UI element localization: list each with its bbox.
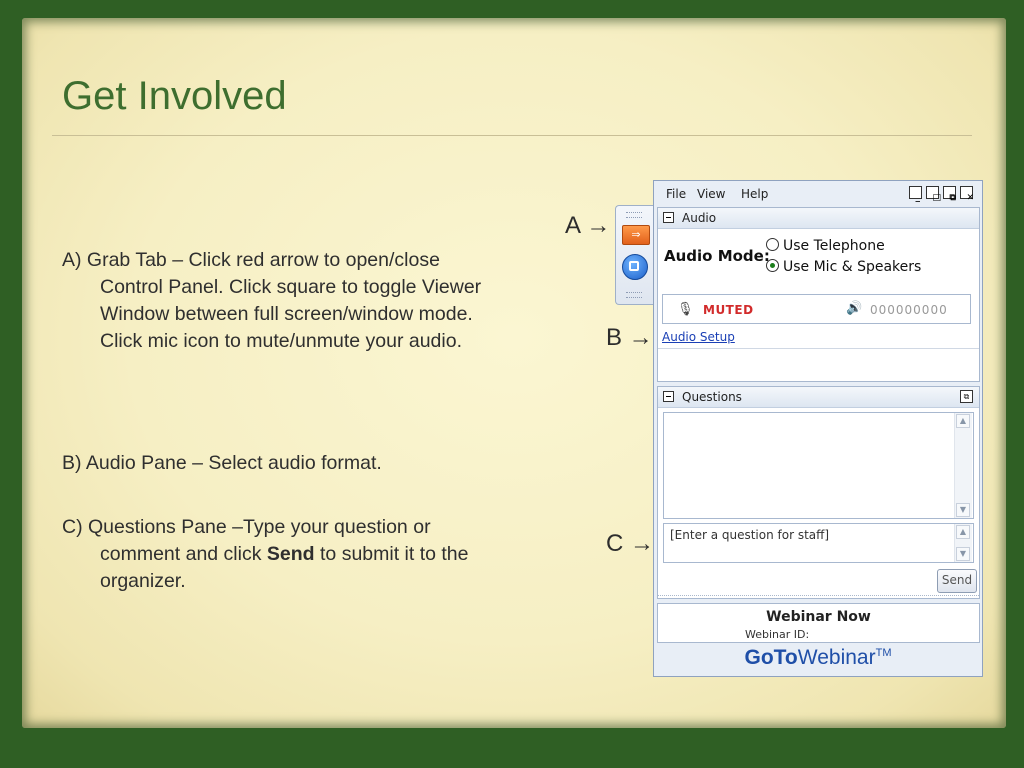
audio-status-box: 🎙 MUTED 🔊 000000000 [662, 294, 971, 324]
instruction-b: B) Audio Pane – Select audio format. [62, 450, 482, 477]
pointer-b: B → [606, 324, 653, 351]
menu-view[interactable]: View [697, 187, 725, 201]
webinar-id-label: Webinar ID: [745, 628, 810, 641]
audio-mode-label: Audio Mode: [664, 247, 770, 265]
minimize-button[interactable]: _ [909, 186, 922, 203]
questions-pane-title: Questions [682, 390, 742, 404]
logo-tm: TM [875, 647, 892, 659]
pointer-a: A → [565, 212, 611, 239]
radio-on-icon [766, 259, 779, 272]
menu-bar: File View Help _ □ ⧉ ✕ [654, 181, 982, 206]
speaker-icon: 🔊 [846, 301, 863, 316]
radio-use-telephone[interactable]: Use Telephone [766, 238, 885, 254]
radio-use-telephone-label: Use Telephone [783, 238, 885, 254]
menu-help[interactable]: Help [741, 187, 768, 201]
instruction-c-send-word: Send [266, 543, 315, 565]
questions-pane-grip[interactable] [658, 595, 979, 599]
audio-pane-separator [658, 348, 979, 349]
radio-use-mic-speakers-label: Use Mic & Speakers [783, 259, 922, 275]
scroll-down-icon[interactable]: ▼ [956, 503, 970, 517]
close-button[interactable]: ✕ [960, 186, 974, 203]
input-scroll-up-icon[interactable]: ▲ [956, 525, 970, 539]
questions-log: ▲ ▼ [663, 412, 974, 519]
question-input-scrollbar[interactable]: ▲ ▼ [954, 524, 972, 562]
maximize-icon: □ [932, 193, 942, 203]
instruction-c: C) Questions Pane –Type your question or… [62, 514, 482, 595]
control-panel: File View Help _ □ ⧉ ✕ Audio Audio Mode:… [653, 180, 983, 677]
webinar-title: Webinar Now [766, 609, 871, 625]
open-close-arrow-button[interactable]: ⇒ [622, 225, 650, 245]
questions-collapse-icon[interactable] [663, 391, 674, 402]
instruction-c-lead: C) Questions Pane –Type your question [62, 516, 408, 538]
radio-use-mic-speakers[interactable]: Use Mic & Speakers [766, 259, 921, 275]
title-divider [52, 135, 972, 136]
instruction-a: A) Grab Tab – Click red arrow to open/cl… [62, 247, 482, 355]
scroll-up-icon[interactable]: ▲ [956, 414, 970, 428]
questions-pane: Questions ⧉ ▲ ▼ [Enter a question for st… [657, 386, 980, 599]
toggle-viewer-window-button[interactable] [622, 254, 648, 280]
microphone-icon[interactable]: 🎙 [677, 302, 694, 317]
radio-off-icon [766, 238, 779, 251]
logo-webinar: Webinar [797, 646, 876, 669]
questions-pane-header: Questions ⧉ [658, 387, 979, 408]
question-input-placeholder: [Enter a question for staff] [670, 528, 830, 542]
arrow-right-icon: ⇒ [631, 229, 641, 241]
muted-status: MUTED [703, 303, 754, 317]
slide-title: Get Involved [62, 74, 287, 118]
audio-level-meter: 000000000 [870, 303, 948, 317]
instruction-b-lead: B) Audio Pane – Select audio format. [62, 452, 382, 474]
questions-popout-icon[interactable]: ⧉ [960, 390, 973, 403]
maximize-button[interactable]: □ [926, 186, 941, 203]
send-button[interactable]: Send [937, 569, 977, 593]
audio-pane-title: Audio [682, 211, 717, 225]
audio-collapse-icon[interactable] [663, 212, 674, 223]
instruction-a-lead: A) Grab Tab – Click red arrow to [62, 249, 341, 271]
audio-pane-header: Audio [658, 208, 979, 229]
webinar-info-box: Webinar Now Webinar ID: [657, 603, 980, 643]
close-icon: ✕ [966, 193, 975, 203]
gotowebinar-logo: GoToWebinarTM [654, 646, 982, 670]
audio-setup-link[interactable]: Audio Setup [662, 330, 735, 344]
logo-goto: GoTo [744, 646, 798, 669]
restore-icon: ⧉ [949, 193, 956, 203]
minimize-icon: _ [915, 193, 921, 203]
questions-log-scrollbar[interactable]: ▲ ▼ [954, 413, 972, 518]
grip-dots-bottom [626, 292, 642, 298]
grab-tab[interactable]: ⇒ [615, 205, 654, 305]
restore-button[interactable]: ⧉ [943, 186, 956, 203]
input-scroll-down-icon[interactable]: ▼ [956, 547, 970, 561]
window-square-icon [629, 261, 639, 271]
grip-dots-top [626, 212, 642, 218]
pointer-c: C → [606, 530, 654, 557]
menu-file[interactable]: File [666, 187, 686, 201]
question-input[interactable]: [Enter a question for staff] ▲ ▼ [663, 523, 974, 563]
slide: Get Involved A) Grab Tab – Click red arr… [0, 0, 1024, 768]
